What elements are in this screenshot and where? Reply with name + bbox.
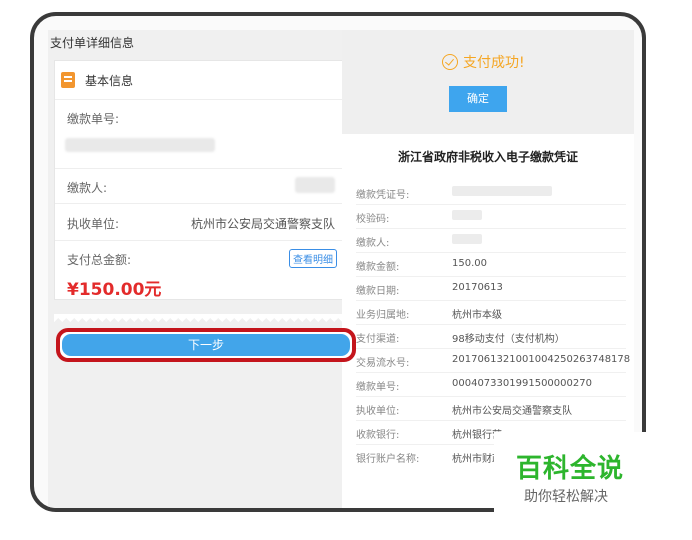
next-button[interactable]: 下一步 [62, 334, 350, 356]
voucher-value: 20170613 [452, 282, 503, 293]
unit-label: 执收单位: [67, 217, 120, 231]
voucher-row: 校验码: [356, 204, 626, 229]
voucher-key: 收款银行: [356, 430, 400, 441]
voucher-row: 缴款人: [356, 228, 626, 253]
voucher-key: 业务归属地: [356, 310, 410, 321]
next-button-highlight: 下一步 [56, 328, 356, 362]
redacted-value [295, 177, 335, 193]
redacted-value [65, 138, 215, 152]
watermark-logo: 百科全说 助你轻松解决 [494, 432, 660, 514]
voucher-row: 支付渠道: 98移动支付（支付机构） [356, 324, 626, 349]
voucher-row: 执收单位: 杭州市公安局交通警察支队 [356, 396, 626, 421]
watermark-subtitle: 助你轻松解决 [524, 489, 608, 505]
watermark-title: 百科全说 [516, 454, 625, 484]
voucher-row: 缴款金额: 150.00 [356, 252, 626, 277]
voucher-key: 支付渠道: [356, 334, 400, 345]
total-row: 支付总金额: 查看明细 ¥150.00元 [55, 241, 345, 300]
document-icon [61, 72, 75, 88]
voucher-row: 缴款日期: 20170613 [356, 276, 626, 301]
receipt-edge [54, 314, 344, 322]
success-text: 支付成功! [463, 55, 525, 71]
section-title: 基本信息 [85, 73, 134, 88]
voucher-key: 银行账户名称: [356, 454, 420, 465]
voucher-key: 缴款单号: [356, 382, 400, 393]
card-header: 基本信息 [55, 61, 345, 100]
redacted-value [452, 210, 482, 220]
payment-no-row: 缴款单号: [55, 100, 345, 169]
voucher-row: 缴款凭证号: [356, 180, 626, 205]
confirm-button[interactable]: 确定 [449, 86, 507, 112]
voucher-value: 杭州市公安局交通警察支队 [452, 406, 572, 417]
voucher-key: 缴款金额: [356, 262, 400, 273]
success-banner: 支付成功! 确定 [342, 30, 634, 134]
voucher-key: 交易流水号: [356, 358, 410, 369]
voucher-value: 150.00 [452, 258, 487, 269]
voucher-row: 交易流水号: 20170613210010042502637481​78 [356, 348, 630, 373]
voucher-value: 98移动支付（支付机构） [452, 334, 565, 345]
voucher-value: 杭州市本级 [452, 310, 502, 321]
payer-row: 缴款人: [55, 169, 345, 204]
voucher-key: 缴款凭证号: [356, 190, 410, 201]
voucher-value: 20170613210010042502637481​78 [452, 354, 631, 365]
unit-row: 执收单位: 杭州市公安局交通警察支队 [55, 204, 345, 241]
view-detail-button[interactable]: 查看明细 [289, 249, 337, 268]
voucher-value: 000407330199150000027​0 [452, 378, 592, 389]
panel-title: 支付单详细信息 [50, 36, 135, 50]
success-message: 支付成功! [442, 52, 525, 72]
redacted-value [452, 186, 552, 196]
unit-value: 杭州市公安局交通警察支队 [190, 217, 335, 231]
check-circle-icon [442, 54, 458, 70]
voucher-key: 校验码: [356, 214, 390, 225]
total-label: 支付总金额: [67, 253, 132, 267]
voucher-key: 缴款日期: [356, 286, 400, 297]
total-amount: ¥150.00元 [67, 280, 162, 300]
payer-label: 缴款人: [67, 181, 108, 195]
basic-info-card: 基本信息 缴款单号: 缴款人: 执收单位: 杭州市公安局交通警察支队 支付总金额… [54, 60, 346, 300]
voucher-key: 缴款人: [356, 238, 390, 249]
voucher-key: 执收单位: [356, 406, 400, 417]
redacted-value [452, 234, 482, 244]
voucher-row: 缴款单号: 000407330199150000027​0 [356, 372, 626, 397]
payment-detail-panel: 支付单详细信息 基本信息 缴款单号: 缴款人: 执收单位: 杭州市公安局交通警察… [48, 30, 348, 508]
voucher-row: 业务归属地: 杭州市本级 [356, 300, 626, 325]
payment-no-label: 缴款单号: [67, 112, 120, 126]
voucher-title: 浙江省政府非税收入电子缴款凭证 [397, 150, 578, 164]
